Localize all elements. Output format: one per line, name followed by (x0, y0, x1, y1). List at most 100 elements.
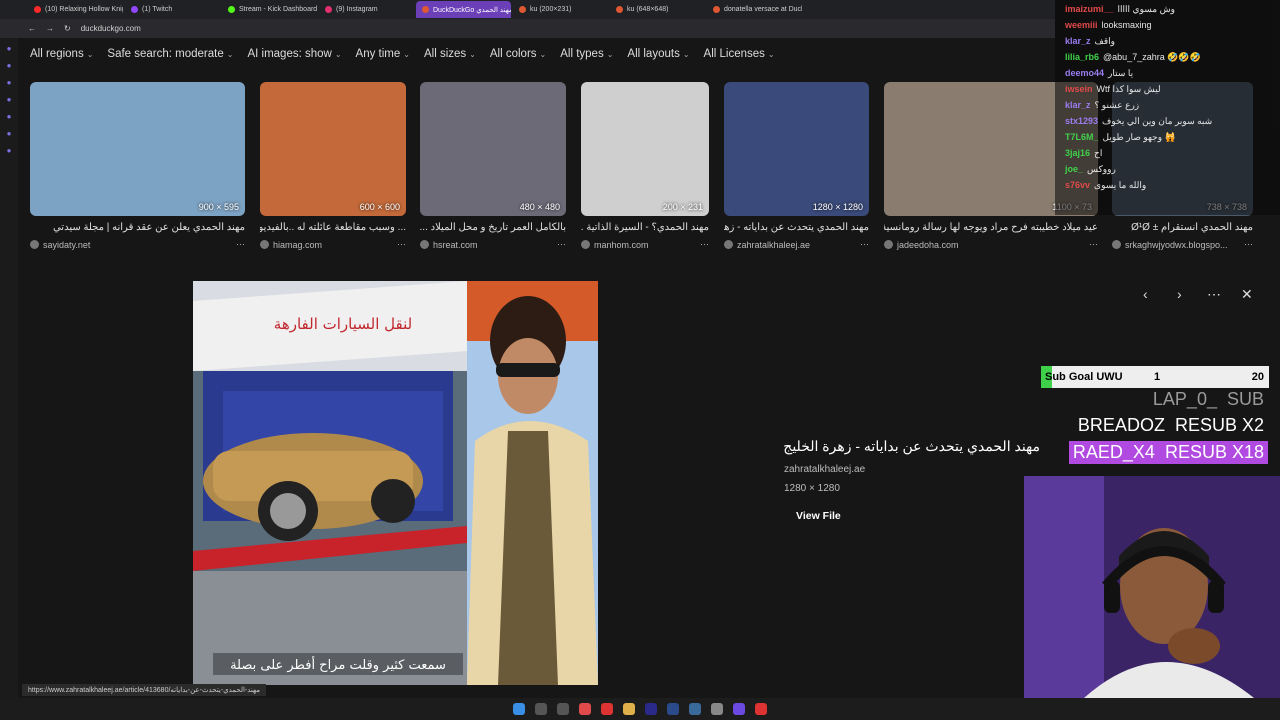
more-icon[interactable]: ⋯ (397, 239, 406, 250)
chevron-down-icon: ⌄ (469, 49, 476, 59)
more-icon[interactable]: ⋯ (860, 239, 869, 250)
filter-dropdown[interactable]: All sizes ⌄ (424, 48, 476, 60)
result-title[interactable]: عيد ميلاد خطيبته فرح مراد ويوجه لها رسال… (884, 222, 1098, 235)
browser-tab[interactable]: DuckDuckGo مهند الحمدي (416, 1, 511, 18)
selected-image-preview[interactable]: لنقل السيارات الفارهة سمعت كثير وقلت مرا… (193, 281, 598, 685)
result-thumbnail[interactable]: 480 × 480 (420, 82, 566, 216)
forward-icon[interactable]: → (46, 24, 54, 33)
view-file-button[interactable]: View File (796, 510, 841, 522)
sidebar-icon[interactable]: ● (7, 146, 12, 155)
browser-tab[interactable]: (9) Instagram (319, 1, 414, 18)
result-source[interactable]: jadeedoha.com ⋯ (884, 239, 1098, 250)
result-source[interactable]: hsreat.com ⋯ (420, 239, 566, 250)
filter-dropdown[interactable]: Any time ⌄ (356, 48, 410, 60)
opera-gx-icon[interactable] (601, 703, 613, 715)
next-icon[interactable]: › (1177, 286, 1182, 302)
tab-favicon (34, 6, 41, 13)
result-thumbnail[interactable]: 600 × 600 (260, 82, 406, 216)
address-bar[interactable]: ← → ↻ duckduckgo.com (0, 19, 1055, 38)
result-title[interactable]: مهند الحمدي انستقرام ± Ø¹Ø (1112, 222, 1253, 235)
filter-dropdown[interactable]: All layouts ⌄ (627, 48, 689, 60)
more-icon[interactable]: ⋯ (1089, 239, 1098, 250)
result-title[interactable]: بالكامل العمر تاريخ و محل الميلاد ... (420, 222, 566, 235)
chat-message: klar_z واقف (1065, 36, 1115, 47)
chat-message: 3jaj16 اح (1065, 148, 1102, 159)
close-icon[interactable]: ✕ (1241, 286, 1253, 303)
result-thumbnail[interactable]: 1280 × 1280 (724, 82, 869, 216)
chat-username: imaizumi__ (1065, 4, 1114, 14)
image-dimensions: 600 × 600 (359, 202, 400, 212)
result-source[interactable]: hiamag.com ⋯ (260, 239, 406, 250)
browser-tab[interactable]: ku (648×648) (610, 1, 705, 18)
browser-tab[interactable]: ku (200×231) (513, 1, 608, 18)
result-title[interactable]: مهند الحمدي؟ - السيرة الذاتية ... (581, 222, 709, 235)
start-icon[interactable] (513, 703, 525, 715)
result-source[interactable]: manhom.com ⋯ (581, 239, 709, 250)
result-thumbnail[interactable]: 900 × 595 (30, 82, 245, 216)
browser-tab[interactable]: donatella versace at Duck (707, 1, 802, 18)
ticker-spacer (1155, 442, 1165, 462)
sidebar-icon[interactable]: ● (7, 61, 12, 70)
filter-dropdown[interactable]: All types ⌄ (560, 48, 613, 60)
previous-icon[interactable]: ‹ (1143, 286, 1148, 302)
search-icon[interactable] (535, 703, 547, 715)
filter-dropdown[interactable]: All Licenses ⌄ (704, 48, 775, 60)
sidebar-icon[interactable]: ● (7, 78, 12, 87)
filter-dropdown[interactable]: All regions ⌄ (30, 48, 93, 60)
chat-username: joe_ (1065, 164, 1084, 174)
sub-goal-current: 1 (1154, 371, 1161, 383)
filter-label: All Licenses (703, 48, 765, 60)
result-source[interactable]: sayidaty.net ⋯ (30, 239, 245, 250)
sidebar-icon[interactable]: ● (7, 95, 12, 104)
truck-sign-text: لنقل السيارات الفارهة (274, 315, 412, 333)
result-title[interactable]: مهند الحمدي يعلن عن عقد قرانه | مجلة سيد… (30, 222, 245, 235)
image-result[interactable]: 600 × 600 ... وسبب مقاطعة عائلته له ..بال… (260, 82, 406, 250)
folder-icon[interactable] (623, 703, 635, 715)
result-thumbnail[interactable]: 200 × 231 (581, 82, 709, 216)
filter-label: Safe search: moderate (107, 48, 224, 60)
image-result[interactable]: 200 × 231 مهند الحمدي؟ - السيرة الذاتية .… (581, 82, 709, 250)
browser-tab[interactable]: Stream - Kick Dashboard (222, 1, 317, 18)
discord-icon[interactable] (733, 703, 745, 715)
filter-dropdown[interactable]: Safe search: moderate ⌄ (107, 48, 233, 60)
detail-title[interactable]: مهند الحمدي يتحدث عن بداياته - زهرة الخل… (740, 438, 1040, 455)
chat-message: weemiii looksmaxing (1065, 20, 1152, 30)
browser-tab[interactable]: (1) Twitch (125, 1, 220, 18)
result-source[interactable]: zahratalkhaleej.ae ⋯ (724, 239, 869, 250)
preview-image: لنقل السيارات الفارهة سمعت كثير وقلت مرا… (193, 281, 598, 685)
more-icon[interactable]: ⋯ (1244, 239, 1253, 250)
reload-icon[interactable]: ↻ (64, 24, 71, 33)
filter-dropdown[interactable]: All colors ⌄ (490, 48, 546, 60)
search-filters: All regions ⌄ Safe search: moderate ⌄ AI ima… (30, 48, 775, 60)
app-icon[interactable] (711, 703, 723, 715)
image-result[interactable]: 1280 × 1280 مهند الحمدي يتحدث عن بداياته … (724, 82, 869, 250)
source-name: manhom.com (594, 239, 649, 250)
detail-source[interactable]: zahratalkhaleej.ae (784, 464, 865, 475)
tab-favicon (228, 6, 235, 13)
steam-icon[interactable] (689, 703, 701, 715)
image-result[interactable]: 900 × 595 مهند الحمدي يعلن عن عقد قرانه |… (30, 82, 245, 250)
site-favicon-icon (260, 240, 269, 249)
result-source[interactable]: srkaghwjyodwx.blogspo... ⋯ (1112, 239, 1253, 250)
result-title[interactable]: ... وسبب مقاطعة عائلته له ..بالفيديو (260, 222, 406, 235)
app-icon[interactable] (755, 703, 767, 715)
more-icon[interactable]: ⋯ (700, 239, 709, 250)
sidebar-icon[interactable]: ● (7, 129, 12, 138)
filter-dropdown[interactable]: AI images: show ⌄ (247, 48, 341, 60)
more-icon[interactable]: ⋯ (236, 239, 245, 250)
sidebar-icon[interactable]: ● (7, 112, 12, 121)
opera-icon[interactable] (579, 703, 591, 715)
result-title[interactable]: مهند الحمدي يتحدث عن بداياته - زهرة الخل… (724, 222, 869, 235)
back-icon[interactable]: ← (28, 24, 36, 33)
url-text[interactable]: duckduckgo.com (81, 24, 141, 33)
tab-label: Stream - Kick Dashboard (239, 6, 317, 13)
more-options-icon[interactable]: ⋯ (1207, 286, 1221, 303)
photoshop-icon[interactable] (667, 703, 679, 715)
more-icon[interactable]: ⋯ (557, 239, 566, 250)
browser-tab[interactable]: (10) Relaxing Hollow Knig (28, 1, 123, 18)
tab-label: (1) Twitch (142, 6, 173, 13)
taskview-icon[interactable] (557, 703, 569, 715)
sidebar-icon[interactable]: ● (7, 44, 12, 53)
image-result[interactable]: 480 × 480 بالكامل العمر تاريخ و محل الميل… (420, 82, 566, 250)
premiere-icon[interactable] (645, 703, 657, 715)
